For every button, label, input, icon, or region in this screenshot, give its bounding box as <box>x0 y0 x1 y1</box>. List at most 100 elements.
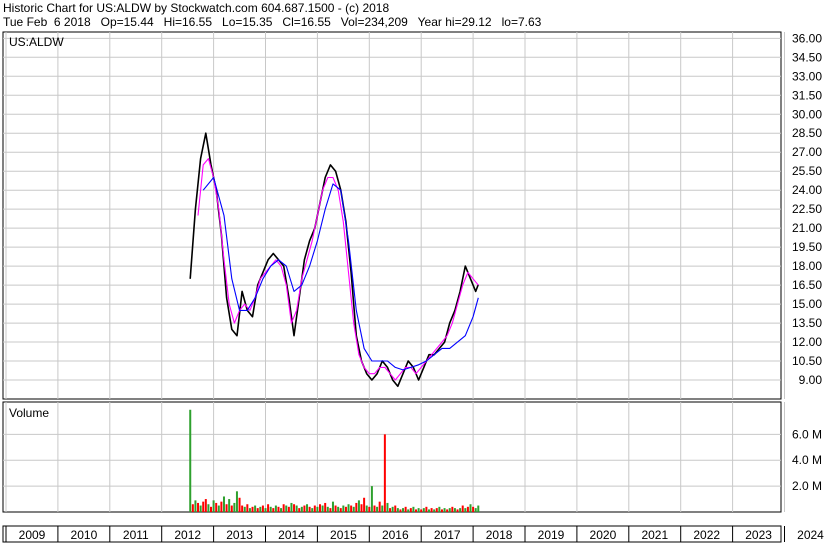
price-tick-label: 15.00 <box>792 297 822 311</box>
volume-bar <box>241 505 244 512</box>
volume-bar <box>287 506 290 512</box>
volume-bar <box>352 506 355 512</box>
volume-bar <box>378 501 381 512</box>
volume-bar <box>308 506 311 512</box>
price-tick-label: 10.50 <box>792 354 822 368</box>
volume-bar <box>199 505 202 512</box>
price-tick-label: 19.50 <box>792 240 822 254</box>
volume-bar <box>420 509 423 512</box>
volume-bar <box>285 505 288 512</box>
x-tick-label: 2024 <box>797 528 824 542</box>
volume-bar <box>272 508 275 512</box>
volume-y-axis: 6.0 M 4.0 M 2.0 M <box>792 427 822 493</box>
volume-bar <box>326 506 329 512</box>
volume-bar <box>381 505 384 512</box>
volume-bar <box>396 508 399 512</box>
volume-bar <box>321 505 324 512</box>
price-tick-label: 25.50 <box>792 164 822 178</box>
volume-bar <box>331 501 334 512</box>
volume-bar <box>417 508 420 512</box>
price-tick-label: 9.00 <box>799 373 823 387</box>
x-tick-label: 2016 <box>382 528 409 542</box>
volume-bar <box>399 509 402 512</box>
volume-bar <box>404 506 407 512</box>
volume-bar <box>370 486 373 512</box>
volume-bar <box>215 502 218 512</box>
volume-bar <box>430 508 433 512</box>
volume-bar <box>344 506 347 512</box>
x-tick-label: 2018 <box>486 528 513 542</box>
volume-bar <box>277 506 280 512</box>
price-tick-label: 24.00 <box>792 183 822 197</box>
x-tick-label: 2021 <box>641 528 668 542</box>
volume-bar <box>425 506 428 512</box>
volume-bar <box>246 504 249 512</box>
volume-bar <box>204 499 207 512</box>
price-tick-label: 13.50 <box>792 316 822 330</box>
stock-chart: 36.00 34.50 33.00 31.50 30.00 28.50 27.00 25.50… <box>2 31 824 543</box>
volume-bar <box>360 504 363 512</box>
volume-bar <box>350 505 353 512</box>
volume-bar <box>339 508 342 512</box>
volume-bar <box>394 505 397 512</box>
volume-label: Volume <box>9 406 49 420</box>
volume-bar <box>235 491 238 512</box>
volume-bar <box>251 506 254 512</box>
price-tick-label: 34.50 <box>792 50 822 64</box>
volume-bar <box>248 508 251 512</box>
volume-bar <box>459 508 462 512</box>
price-tick-label: 21.00 <box>792 221 822 235</box>
x-tick-label: 2023 <box>745 528 772 542</box>
volume-bar <box>451 506 454 512</box>
volume-bar <box>409 508 412 512</box>
volume-bar <box>472 506 475 512</box>
price-tick-label: 31.50 <box>792 88 822 102</box>
price-tick-label: 33.00 <box>792 69 822 83</box>
volume-bar <box>233 502 236 512</box>
volume-bar <box>274 505 277 512</box>
volume-bar <box>238 497 241 512</box>
x-tick-label: 2013 <box>226 528 253 542</box>
x-tick-label: 2011 <box>123 528 149 542</box>
volume-bar <box>329 508 332 512</box>
volume-bar <box>306 504 309 512</box>
volume-bar <box>311 508 314 512</box>
volume-bar <box>243 506 246 512</box>
volume-bar <box>280 508 283 512</box>
volume-bar <box>469 504 472 512</box>
volume-bar <box>337 506 340 512</box>
volume-bar <box>300 506 303 512</box>
x-tick-label: 2019 <box>538 528 565 542</box>
volume-bar <box>295 505 298 512</box>
volume-bar <box>461 505 464 512</box>
volume-bar <box>407 509 410 512</box>
price-tick-label: 27.00 <box>792 145 822 159</box>
symbol-label: US:ALDW <box>9 35 64 49</box>
volume-tick-label: 2.0 M <box>792 479 822 493</box>
volume-bar <box>466 506 469 512</box>
price-y-axis: 36.00 34.50 33.00 31.50 30.00 28.50 27.00 25.50… <box>792 31 822 387</box>
volume-bar <box>363 497 366 512</box>
volume-tick-label: 4.0 M <box>792 453 822 467</box>
volume-bar <box>324 502 327 512</box>
volume-bar <box>464 508 467 512</box>
volume-bar <box>376 506 379 512</box>
volume-bar <box>383 434 386 512</box>
volume-bar <box>290 502 293 512</box>
volume-bar <box>438 506 441 512</box>
volume-tick-label: 6.0 M <box>792 427 822 441</box>
volume-bar <box>477 505 480 512</box>
volume-bar <box>202 501 205 512</box>
volume-bar <box>256 508 259 512</box>
x-tick-label: 2017 <box>434 528 461 542</box>
volume-bar <box>347 504 350 512</box>
volume-bar <box>267 504 270 512</box>
volume-bar <box>402 508 405 512</box>
volume-panel <box>2 401 782 513</box>
volume-bar <box>456 509 459 512</box>
volume-bar <box>391 506 394 512</box>
x-tick-label: 2009 <box>19 528 46 542</box>
price-tick-label: 30.00 <box>792 107 822 121</box>
x-tick-label: 2010 <box>71 528 98 542</box>
volume-bar <box>259 506 262 512</box>
